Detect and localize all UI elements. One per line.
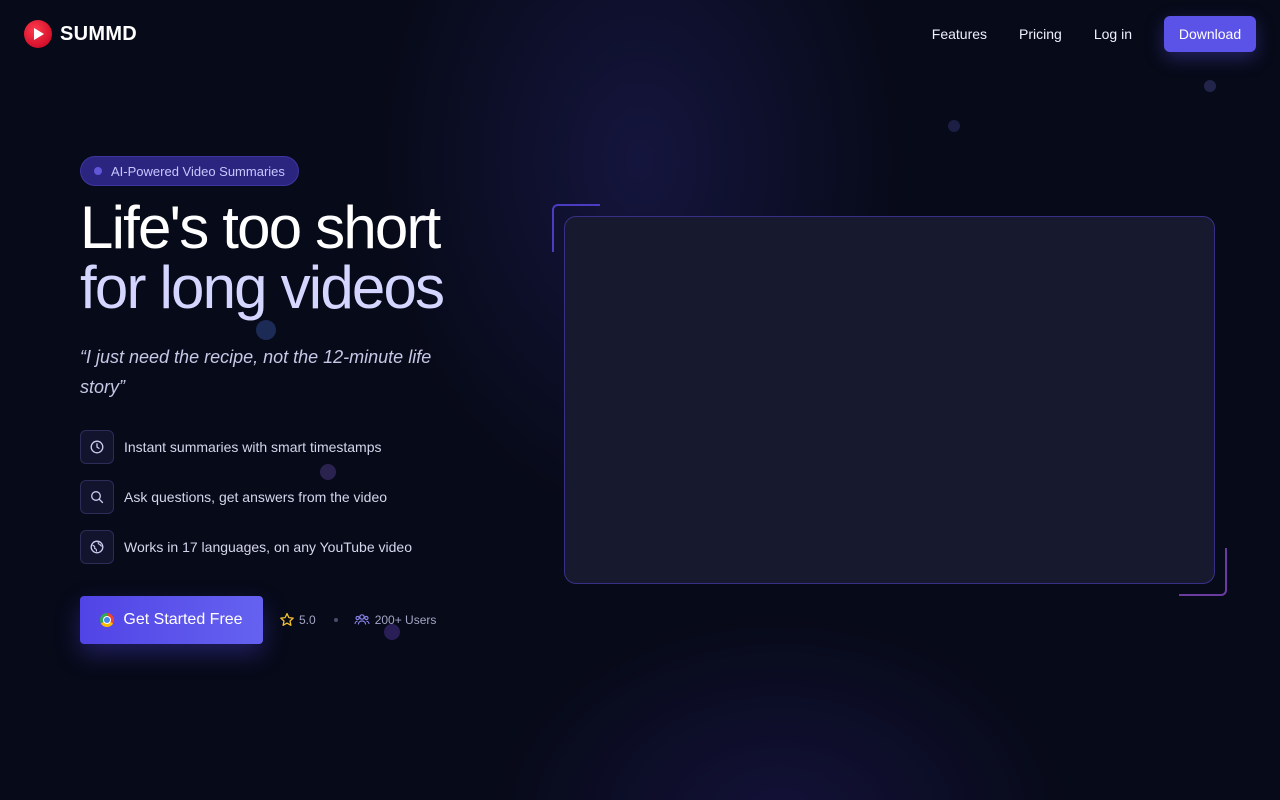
feature-text: Ask questions, get answers from the vide… (124, 489, 388, 505)
nav-links: Features Pricing Log in Download (932, 16, 1256, 52)
star-icon (280, 612, 294, 626)
feature-text: Works in 17 languages, on any YouTube vi… (124, 539, 412, 555)
chrome-icon (100, 613, 115, 627)
download-button[interactable]: Download (1164, 16, 1256, 52)
top-nav: SUMMD Features Pricing Log in Download (0, 0, 1280, 68)
hero-quote: “I just need the recipe, not the 12-minu… (80, 347, 432, 397)
feature-item: Instant summaries with smart timestamps (80, 430, 412, 464)
hero-badge: AI-Powered Video Summaries (80, 156, 299, 186)
decorative-dot (1204, 80, 1216, 92)
feature-item: Ask questions, get answers from the vide… (80, 480, 412, 514)
decorative-dot (948, 120, 960, 132)
cta-row: Get Started Free 5.0 200+ Users (80, 596, 436, 644)
users-icon (354, 614, 370, 625)
nav-link-pricing[interactable]: Pricing (1019, 26, 1062, 42)
brand-logo[interactable]: SUMMD (24, 20, 137, 48)
headline-line-2: for long videos (80, 254, 445, 321)
clock-icon (80, 430, 114, 464)
user-count: 200+ Users (354, 612, 437, 628)
hero-headline: Life's too short for long videos (80, 198, 520, 318)
user-count-text: 200+ Users (374, 613, 437, 627)
frame-corner-accent (1179, 548, 1227, 596)
badge-text: AI-Powered Video Summaries (111, 163, 285, 179)
search-icon (80, 480, 114, 514)
decorative-dot (256, 320, 276, 340)
cta-label: Get Started Free (123, 611, 243, 628)
rating: 5.0 (279, 612, 316, 628)
video-preview-frame (564, 216, 1215, 584)
globe-icon (80, 530, 114, 564)
feature-text: Instant summaries with smart timestamps (124, 439, 382, 455)
separator-dot (333, 618, 338, 622)
get-started-button[interactable]: Get Started Free (80, 596, 263, 644)
rating-value: 5.0 (299, 613, 316, 627)
badge-dot-icon (94, 167, 102, 175)
feature-item: Works in 17 languages, on any YouTube vi… (80, 530, 412, 564)
feature-list: Instant summaries with smart timestamps … (80, 430, 412, 580)
headline-line-1: Life's too short (80, 194, 441, 261)
nav-link-login[interactable]: Log in (1094, 26, 1132, 42)
nav-link-features[interactable]: Features (932, 26, 987, 42)
brand-name: SUMMD (60, 22, 138, 45)
play-icon (24, 20, 52, 48)
